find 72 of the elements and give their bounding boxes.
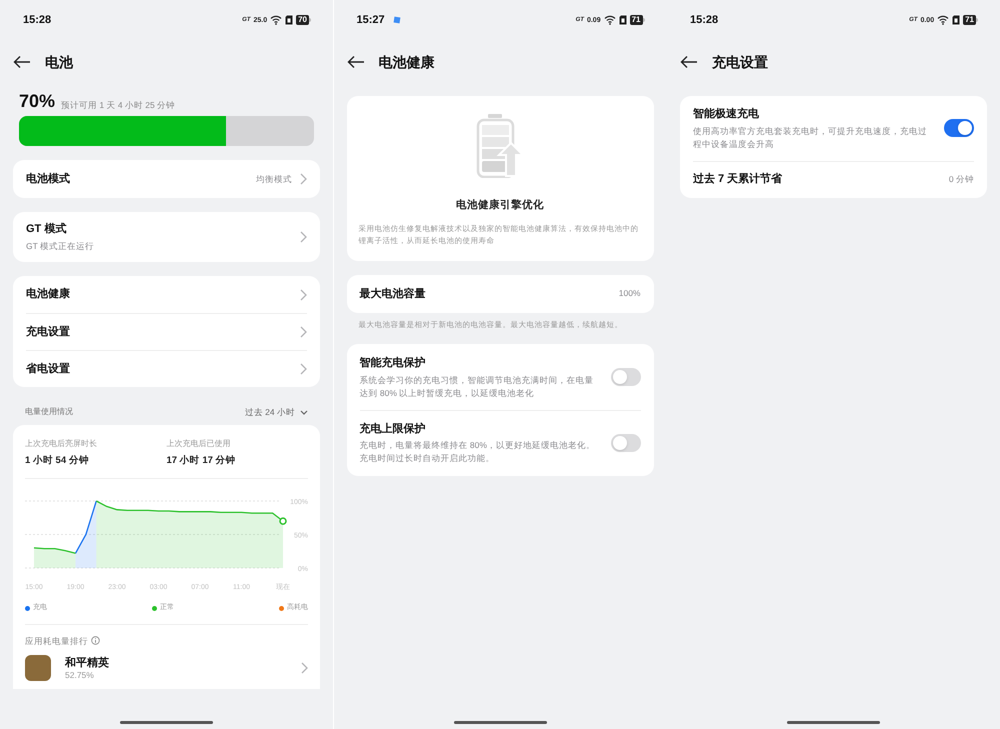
setting-title: 电池模式 [26, 172, 71, 187]
stat-value: 17 小时 17 分钟 [166, 454, 237, 468]
app-row[interactable]: 和平精英 52.75% [25, 655, 308, 682]
setting-title: 过去 7 天累计节省 [693, 172, 782, 188]
stat-label: 上次充电后亮屏时长 [25, 438, 98, 450]
settings-row[interactable]: 省电设置 [26, 350, 307, 387]
setting-title: 充电设置 [26, 324, 71, 340]
chevron-right-icon [301, 662, 308, 674]
back-arrow-icon [346, 55, 364, 69]
chevron-right-icon [300, 288, 307, 300]
back-arrow-icon [680, 55, 698, 69]
status-time: 15:28 [690, 12, 718, 28]
card-title: 电池健康引擎优化 [456, 198, 544, 213]
setting-description: 系统会学习你的充电习惯，智能调节电池充满时间，在电量达到 80% 以上时暂缓充电，以延缓电池老化 [360, 374, 594, 400]
section-heading: 应用耗电量排行 [25, 634, 88, 648]
wifi-icon [604, 15, 616, 25]
wifi-icon [270, 15, 282, 25]
status-time: 15:28 [23, 12, 52, 28]
current-level-marker [279, 517, 287, 525]
chevron-right-icon [300, 173, 307, 185]
toggle-switch[interactable] [944, 119, 974, 138]
settings-row[interactable]: 充电设置 [26, 313, 307, 350]
page-title: 充电设置 [712, 52, 768, 72]
app-name: 和平精英 [65, 656, 110, 670]
battery-estimate: 预计可用 1 天 4 小时 25 分钟 [61, 100, 176, 110]
battery-percentage: 70% [19, 92, 56, 110]
toggle-switch[interactable] [610, 368, 640, 386]
stat-label: 上次充电后已使用 [166, 438, 232, 450]
home-indicator[interactable] [787, 721, 880, 724]
info-icon [91, 636, 100, 646]
battery-indicator: 70 [296, 15, 309, 25]
page-title: 电池 [45, 52, 73, 72]
app-usage-share: 52.75% [65, 670, 95, 680]
setting-title: 最大电池容量 [360, 286, 426, 302]
battery-indicator: 71 [963, 15, 976, 25]
settings-row[interactable]: GT 模式 GT 模式正在运行 [26, 212, 307, 262]
back-arrow-icon [13, 55, 31, 69]
home-indicator[interactable] [454, 721, 546, 724]
back-button[interactable] [680, 55, 698, 69]
section-heading: 电量使用情况 [25, 406, 73, 418]
stat-value: 1 小时 54 分钟 [25, 454, 90, 468]
setting-title: 电池健康 [26, 286, 71, 302]
battery-indicator: 71 [630, 15, 642, 25]
sim-card-icon [952, 15, 960, 25]
setting-description: 使用高功率官方充电套装充电时，可提升充电速度，充电过程中设备温度会升高 [693, 124, 928, 150]
chevron-right-icon [300, 326, 307, 338]
status-time: 15:27 [356, 12, 385, 28]
time-range-dropdown[interactable]: 过去 24 小时 [244, 406, 308, 419]
app-icon-placeholder [25, 655, 51, 682]
toggle-switch[interactable] [610, 434, 640, 452]
chevron-right-icon [300, 231, 307, 243]
settings-row[interactable]: 电池模式 均衡模式 [26, 160, 307, 198]
setting-title: GT 模式 [26, 222, 68, 238]
setting-title: 省电设置 [26, 362, 71, 377]
setting-title: 充电上限保护 [360, 422, 426, 436]
back-button[interactable] [13, 55, 31, 69]
setting-title: 智能极速充电 [693, 106, 760, 122]
back-button[interactable] [346, 55, 364, 69]
home-indicator[interactable] [120, 721, 213, 724]
setting-value: 均衡模式 [256, 172, 292, 186]
setting-description: 充电时，电量将最终维持在 80%，以更好地延缓电池老化。充电时间过长时自动开启此功能。 [360, 439, 596, 465]
settings-row[interactable]: 电池健康 [26, 276, 307, 313]
setting-value: 100% [618, 287, 640, 300]
sim-card-icon [618, 15, 627, 25]
setting-value: 0 分钟 [948, 173, 974, 186]
setting-title: 智能充电保护 [360, 356, 426, 371]
caret-down-icon [300, 410, 308, 415]
setting-subtitle: GT 模式正在运行 [26, 240, 96, 253]
wifi-icon [937, 15, 950, 25]
sim-card-icon [285, 15, 294, 25]
chevron-right-icon [300, 363, 307, 375]
page-title: 电池健康 [378, 52, 434, 72]
